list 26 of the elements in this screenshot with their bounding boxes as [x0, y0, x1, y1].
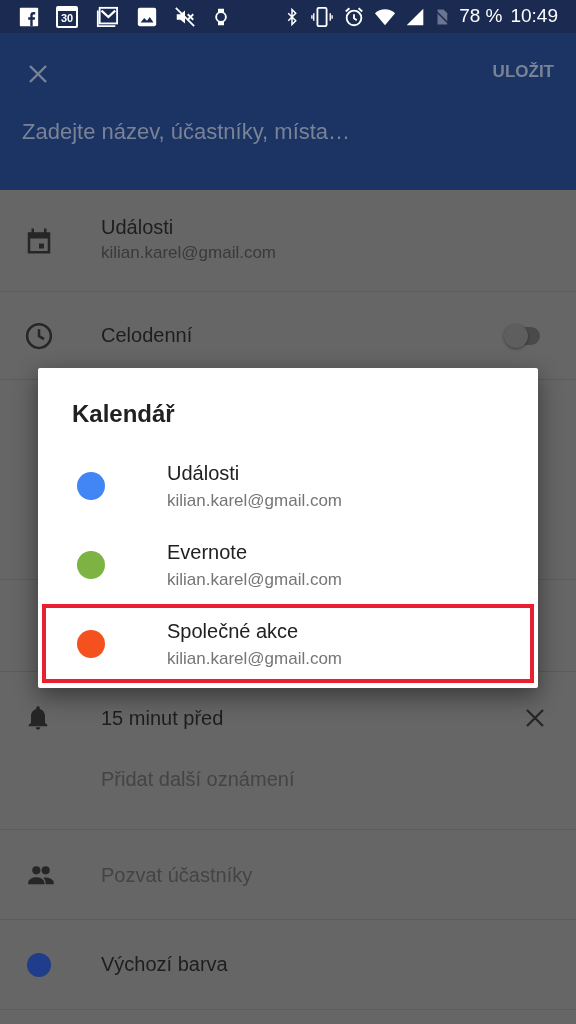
vibrate-icon: [309, 5, 336, 28]
facebook-icon: [18, 5, 40, 28]
calendar-name: Události: [167, 460, 241, 486]
clock-icon: [24, 320, 54, 351]
event-color-label[interactable]: Výchozí barva: [101, 952, 576, 977]
mute-icon: [174, 5, 196, 28]
clock-time: 10:49: [510, 4, 558, 29]
battery-percentage: 78 %: [459, 4, 503, 29]
calendar-name: Události: [101, 215, 175, 241]
all-day-label: Celodenní: [101, 323, 194, 348]
account-email: kilian.karel@gmail.com: [167, 647, 343, 670]
all-day-switch[interactable]: [506, 326, 540, 345]
title-field[interactable]: Zadejte název, účastníky, místa…: [22, 115, 562, 148]
calendar-icon: 30: [56, 5, 78, 28]
calendar-option[interactable]: Evernote kilian.karel@gmail.com: [42, 525, 534, 604]
calendar-name: Evernote: [167, 539, 249, 565]
account-email: kilian.karel@gmail.com: [167, 489, 343, 512]
calendar-option[interactable]: Události kilian.karel@gmail.com: [42, 446, 534, 525]
image-icon: [136, 5, 158, 28]
account-email: kilian.karel@gmail.com: [167, 568, 343, 591]
dialog-title: Kalendář: [72, 399, 176, 429]
mail-icon: [94, 5, 120, 28]
calendar-name: Společné akce: [167, 618, 300, 644]
save-button[interactable]: ULOŽIT: [488, 55, 558, 89]
calendar-option[interactable]: Společné akce kilian.karel@gmail.com: [42, 604, 534, 683]
reminder-time: 15 minut před: [101, 705, 225, 731]
